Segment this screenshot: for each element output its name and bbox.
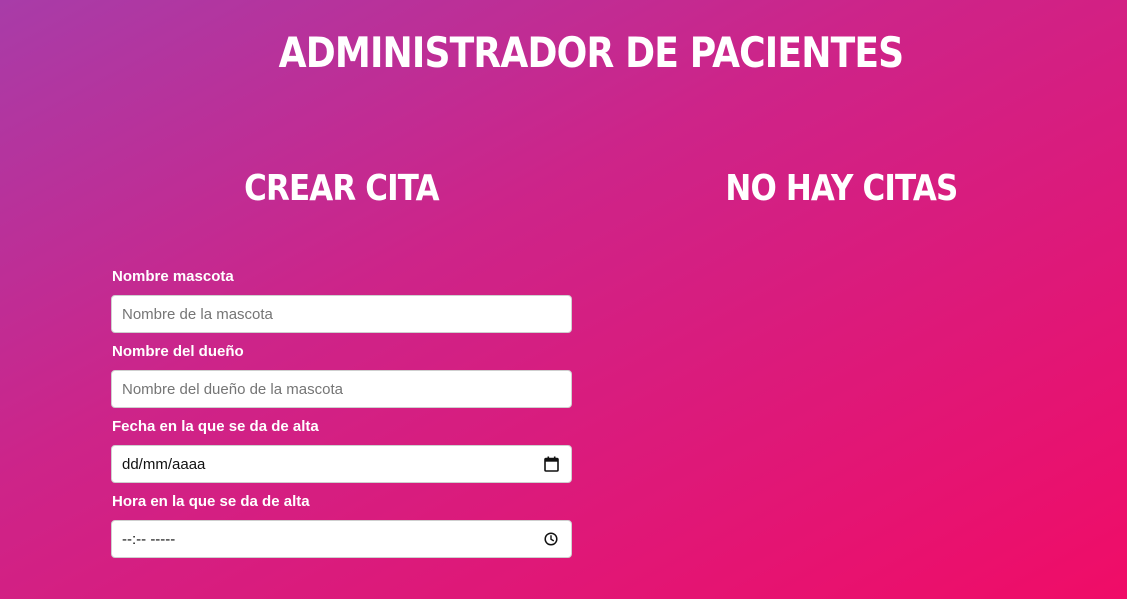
time-input[interactable]: --:-- -----: [111, 520, 572, 558]
appointment-form: Nombre mascota Nombre del dueño Fecha en…: [111, 268, 572, 568]
date-label: Fecha en la que se da de alta: [112, 418, 319, 435]
calendar-icon[interactable]: [543, 456, 559, 472]
date-input[interactable]: dd/mm/aaaa: [111, 445, 572, 483]
owner-name-input[interactable]: [122, 380, 561, 398]
pet-name-field[interactable]: [111, 295, 572, 333]
time-label: Hora en la que se da de alta: [112, 493, 310, 510]
create-appointment-title: Crear cita: [244, 168, 439, 209]
time-mask[interactable]: --:-- -----: [122, 531, 543, 548]
owner-name-field[interactable]: [111, 370, 572, 408]
pet-name-label: Nombre mascota: [112, 268, 234, 285]
pet-name-input[interactable]: [122, 305, 561, 323]
page-title: Administrador de pacientes: [278, 28, 905, 77]
date-mask[interactable]: dd/mm/aaaa: [122, 456, 543, 473]
clock-icon[interactable]: [543, 531, 559, 547]
no-appointments-title: No hay citas: [725, 168, 958, 209]
owner-name-label: Nombre del dueño: [112, 343, 244, 360]
